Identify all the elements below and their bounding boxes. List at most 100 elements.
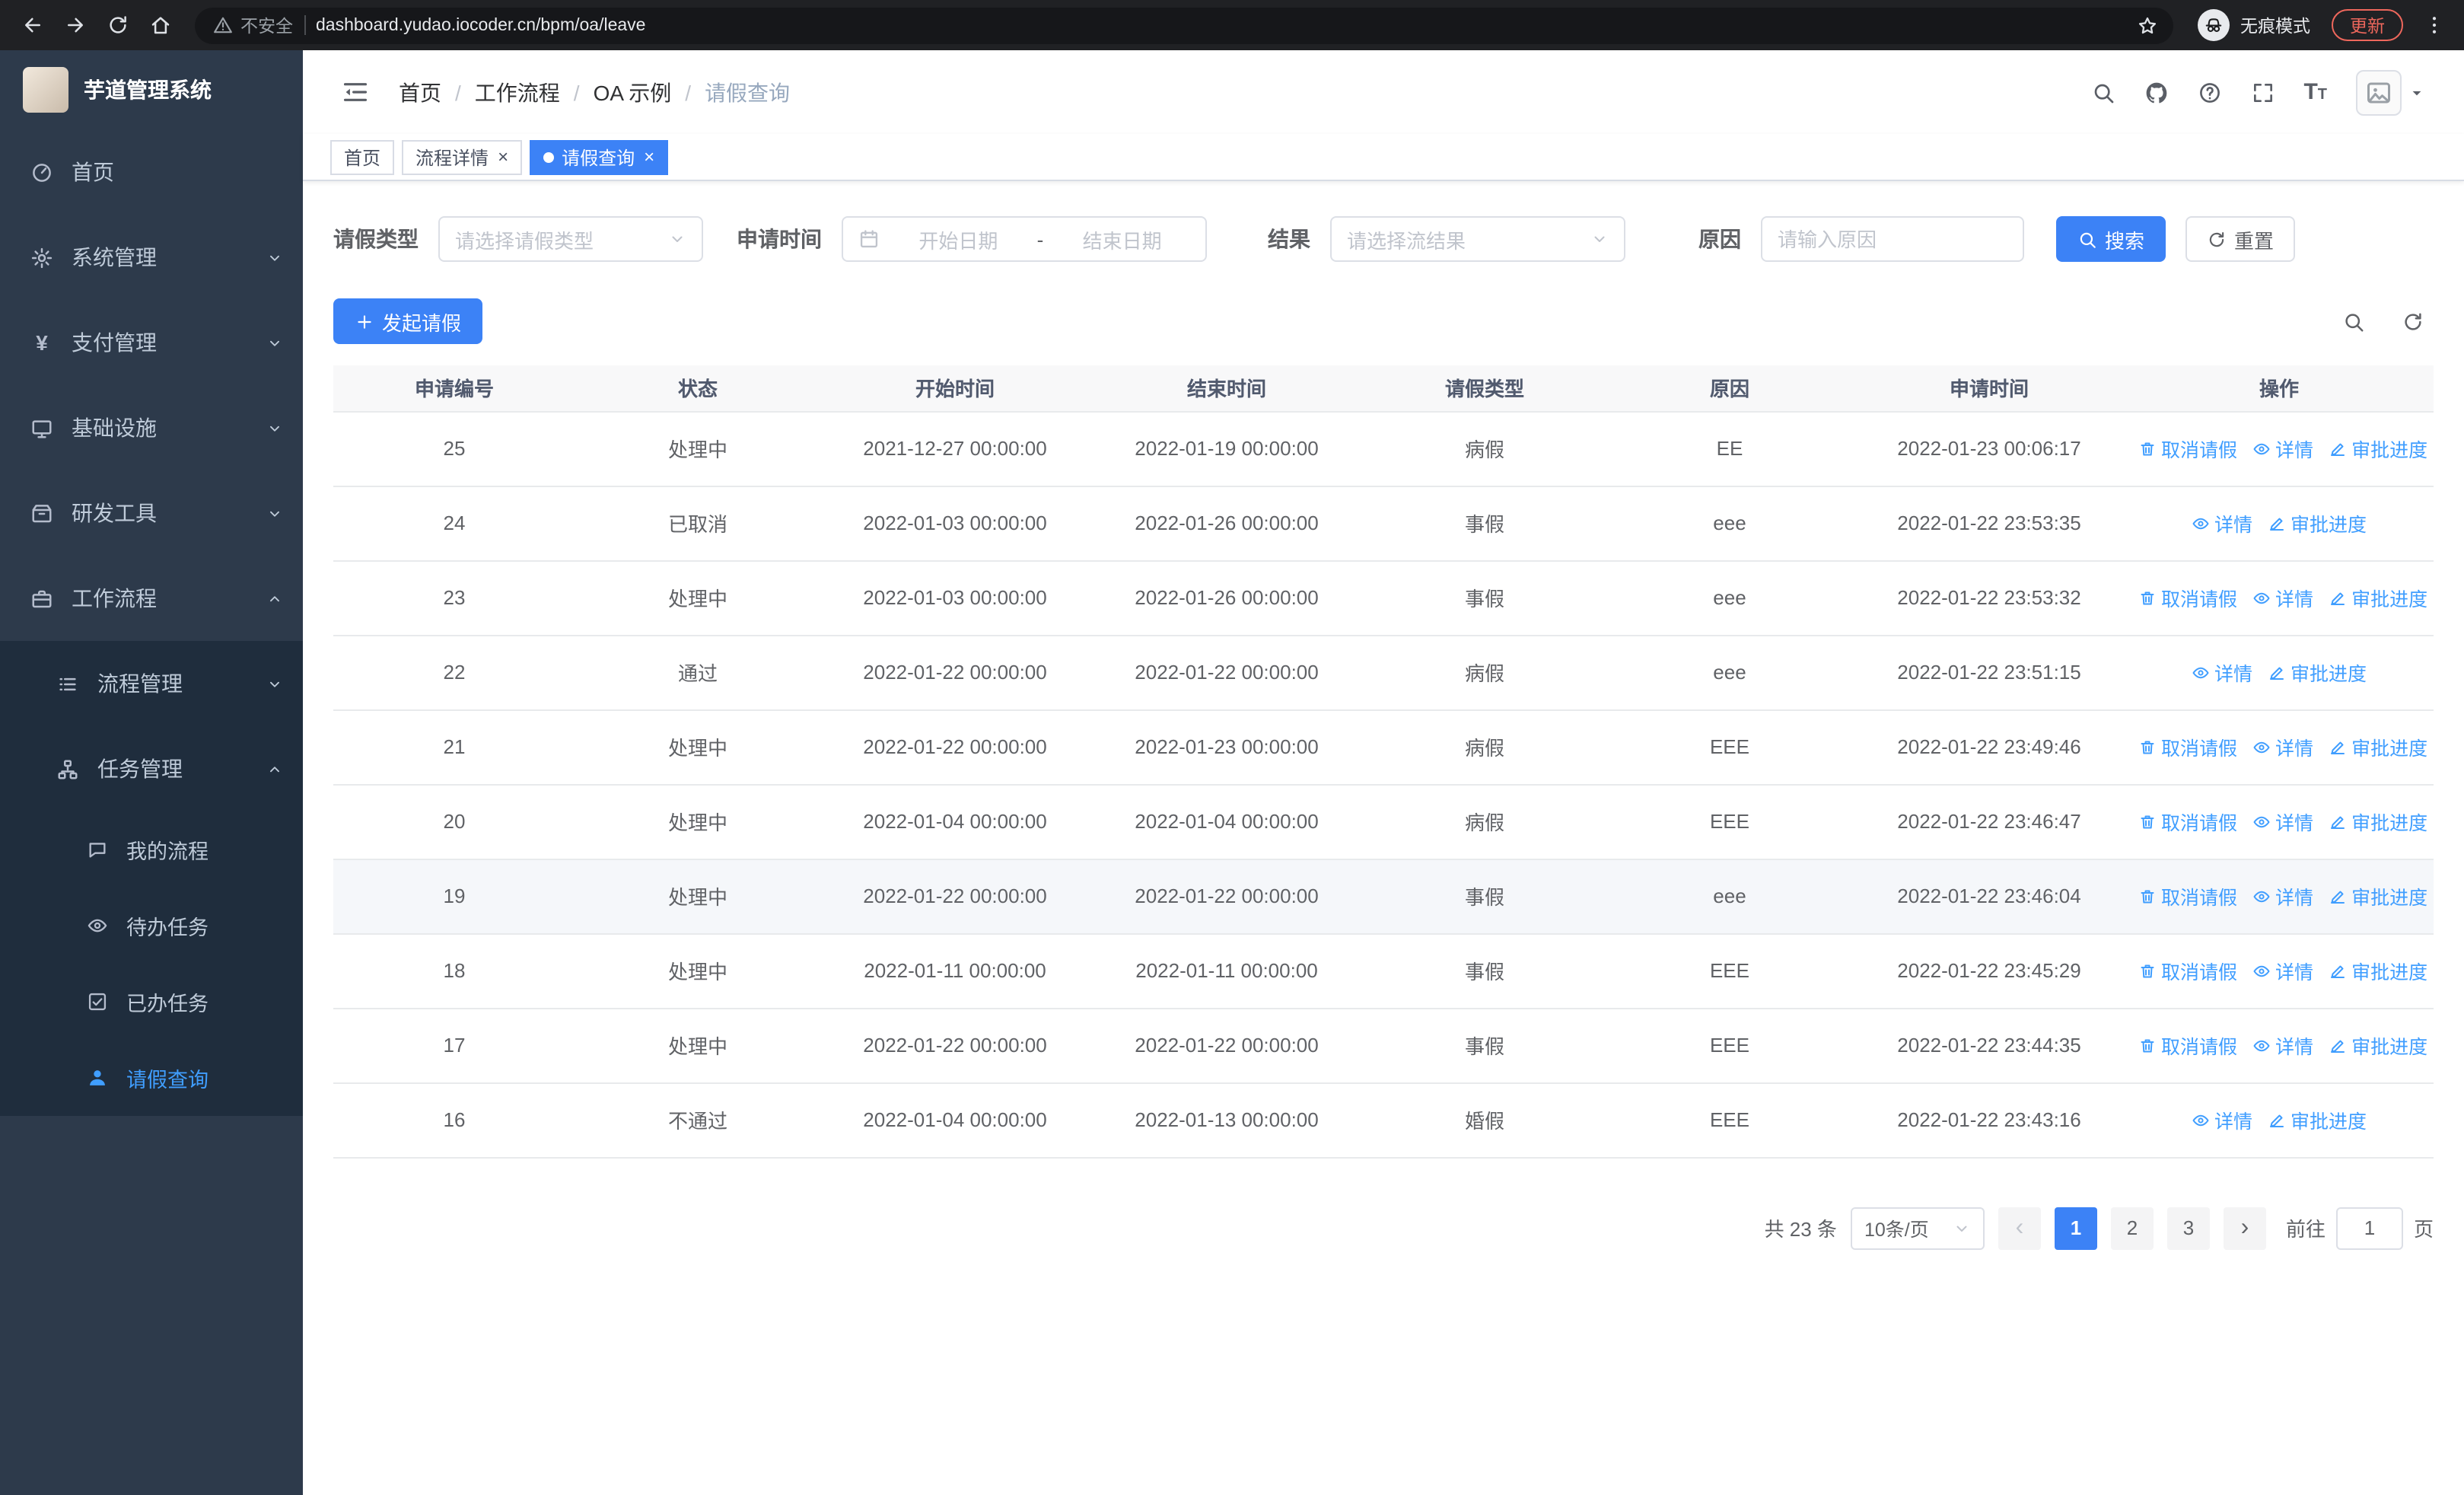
cell-start-time: 2022-01-03 00:00:00	[820, 560, 1090, 636]
action-cancel[interactable]: 取消请假	[2138, 1031, 2237, 1060]
cell-actions: 取消请假 详情 审批进度	[2125, 709, 2434, 785]
breadcrumb-separator: /	[455, 80, 461, 104]
action-detail[interactable]: 详情	[2252, 956, 2313, 985]
action-progress[interactable]: 审批进度	[2329, 583, 2427, 612]
action-detail[interactable]: 详情	[2252, 583, 2313, 612]
action-cancel[interactable]: 取消请假	[2138, 732, 2237, 761]
help-icon[interactable]	[2197, 80, 2221, 104]
action-progress[interactable]: 审批进度	[2329, 434, 2427, 463]
action-cancel[interactable]: 取消请假	[2138, 881, 2237, 910]
action-progress[interactable]: 审批进度	[2268, 1105, 2367, 1134]
breadcrumb-item[interactable]: 首页	[399, 77, 441, 107]
action-label: 详情	[2275, 962, 2314, 983]
sidebar-item-system-management[interactable]: 系统管理	[0, 215, 303, 300]
cell-end-time: 2022-01-11 00:00:00	[1090, 933, 1364, 1009]
cell-actions: 详情 审批进度	[2125, 1082, 2434, 1158]
sidebar-toggle-icon[interactable]	[341, 78, 370, 107]
sidebar-item-workflow[interactable]: 工作流程	[0, 556, 303, 641]
action-progress[interactable]: 审批进度	[2329, 956, 2427, 985]
next-page-button[interactable]: ›	[2223, 1207, 2266, 1249]
cell-end-time: 2022-01-22 00:00:00	[1090, 1008, 1364, 1083]
browser-home-button[interactable]	[140, 5, 180, 45]
action-detail[interactable]: 详情	[2252, 732, 2313, 761]
search-button[interactable]: 搜索	[2056, 216, 2166, 262]
action-progress[interactable]: 审批进度	[2329, 1031, 2427, 1060]
action-detail[interactable]: 详情	[2252, 1031, 2313, 1060]
action-detail[interactable]: 详情	[2192, 658, 2252, 687]
toggle-search-icon[interactable]	[2342, 310, 2365, 333]
sidebar-item-process-management[interactable]: 流程管理	[0, 641, 303, 726]
column-header: 结束时间	[1090, 365, 1364, 412]
action-progress[interactable]: 审批进度	[2268, 508, 2367, 537]
sidebar-item-infrastructure[interactable]: 基础设施	[0, 385, 303, 470]
start-date-input[interactable]: 开始日期	[890, 225, 1027, 253]
action-detail[interactable]: 详情	[2252, 807, 2313, 836]
action-cancel[interactable]: 取消请假	[2138, 583, 2237, 612]
page-button-3[interactable]: 3	[2166, 1207, 2210, 1249]
action-detail[interactable]: 详情	[2192, 1105, 2252, 1134]
sidebar-item-leave-query[interactable]: 请假查询	[0, 1040, 303, 1116]
action-progress[interactable]: 审批进度	[2329, 881, 2427, 910]
sidebar-item-done-tasks[interactable]: 已办任务	[0, 964, 303, 1040]
browser-update-button[interactable]: 更新	[2332, 9, 2403, 41]
github-icon[interactable]	[2144, 80, 2168, 104]
action-progress[interactable]: 审批进度	[2329, 732, 2427, 761]
reset-button[interactable]: 重置	[2185, 216, 2296, 262]
site-security-chip[interactable]: 不安全	[213, 13, 293, 37]
sidebar-item-todo-tasks[interactable]: 待办任务	[0, 888, 303, 964]
page-size-value: 10条/页	[1864, 1219, 1929, 1241]
address-bar[interactable]: 不安全 dashboard.yudao.iocoder.cn/bpm/oa/le…	[195, 7, 2173, 43]
tab-close-icon[interactable]: ×	[644, 148, 654, 166]
url-text[interactable]: dashboard.yudao.iocoder.cn/bpm/oa/leave	[316, 16, 2120, 34]
sidebar-item-payment-management[interactable]: ¥ 支付管理	[0, 300, 303, 385]
app-logo[interactable]: 芋道管理系统	[0, 50, 303, 129]
browser-forward-button[interactable]	[55, 5, 94, 45]
tab-home[interactable]: 首页	[330, 139, 395, 174]
action-cancel[interactable]: 取消请假	[2138, 956, 2237, 985]
action-progress[interactable]: 审批进度	[2268, 658, 2367, 687]
end-date-input[interactable]: 结束日期	[1054, 225, 1190, 253]
tab-process-detail[interactable]: 流程详情 ×	[402, 139, 523, 174]
page-button-1[interactable]: 1	[2054, 1207, 2097, 1249]
create-leave-button[interactable]: 发起请假	[333, 298, 483, 344]
cell-start-time: 2022-01-04 00:00:00	[820, 1082, 1090, 1158]
reason-input[interactable]	[1761, 216, 2024, 262]
user-menu[interactable]	[2356, 69, 2424, 115]
goto-page-input[interactable]	[2335, 1207, 2403, 1249]
table-row: 25 处理中 2021-12-27 00:00:00 2022-01-19 00:00…	[333, 411, 2434, 486]
cell-status: 处理中	[575, 709, 820, 785]
tab-leave-query[interactable]: 请假查询 ×	[530, 139, 669, 174]
action-progress[interactable]: 审批进度	[2329, 807, 2427, 836]
goto-label: 前往	[2285, 1218, 2326, 1241]
user-avatar[interactable]	[2356, 69, 2402, 115]
breadcrumb-item[interactable]: 工作流程	[475, 77, 560, 107]
sidebar-item-task-management[interactable]: 任务管理	[0, 726, 303, 811]
action-detail[interactable]: 详情	[2252, 881, 2313, 910]
browser-reload-button[interactable]	[97, 5, 137, 45]
cell-apply-time: 2022-01-22 23:53:35	[1854, 486, 2125, 561]
date-range-picker[interactable]: 开始日期 - 结束日期	[842, 216, 1207, 262]
action-cancel[interactable]: 取消请假	[2138, 807, 2237, 836]
sidebar-item-my-process[interactable]: 我的流程	[0, 811, 303, 888]
page-size-select[interactable]: 10条/页	[1850, 1207, 1985, 1249]
sidebar-item-label: 任务管理	[97, 757, 183, 781]
bookmark-star-button[interactable]	[2131, 8, 2164, 42]
search-icon[interactable]	[2090, 80, 2115, 104]
sidebar-item-home[interactable]: 首页	[0, 129, 303, 215]
prev-page-button[interactable]: ‹	[1998, 1207, 2041, 1249]
result-select[interactable]: 请选择流结果	[1330, 216, 1625, 262]
action-detail[interactable]: 详情	[2192, 508, 2252, 537]
tab-close-icon[interactable]: ×	[498, 148, 508, 166]
cell-start-time: 2022-01-04 00:00:00	[820, 784, 1090, 859]
refresh-table-icon[interactable]	[2402, 310, 2424, 333]
font-size-icon[interactable]: T T	[2303, 81, 2327, 104]
sidebar-item-dev-tools[interactable]: 研发工具	[0, 470, 303, 556]
action-detail[interactable]: 详情	[2252, 434, 2313, 463]
browser-menu-button[interactable]	[2415, 7, 2452, 43]
breadcrumb-item[interactable]: OA 示例	[594, 77, 672, 107]
leave-type-select[interactable]: 请选择请假类型	[438, 216, 703, 262]
action-cancel[interactable]: 取消请假	[2138, 434, 2237, 463]
fullscreen-icon[interactable]	[2250, 80, 2275, 104]
browser-back-button[interactable]	[12, 5, 52, 45]
page-button-2[interactable]: 2	[2110, 1207, 2154, 1249]
